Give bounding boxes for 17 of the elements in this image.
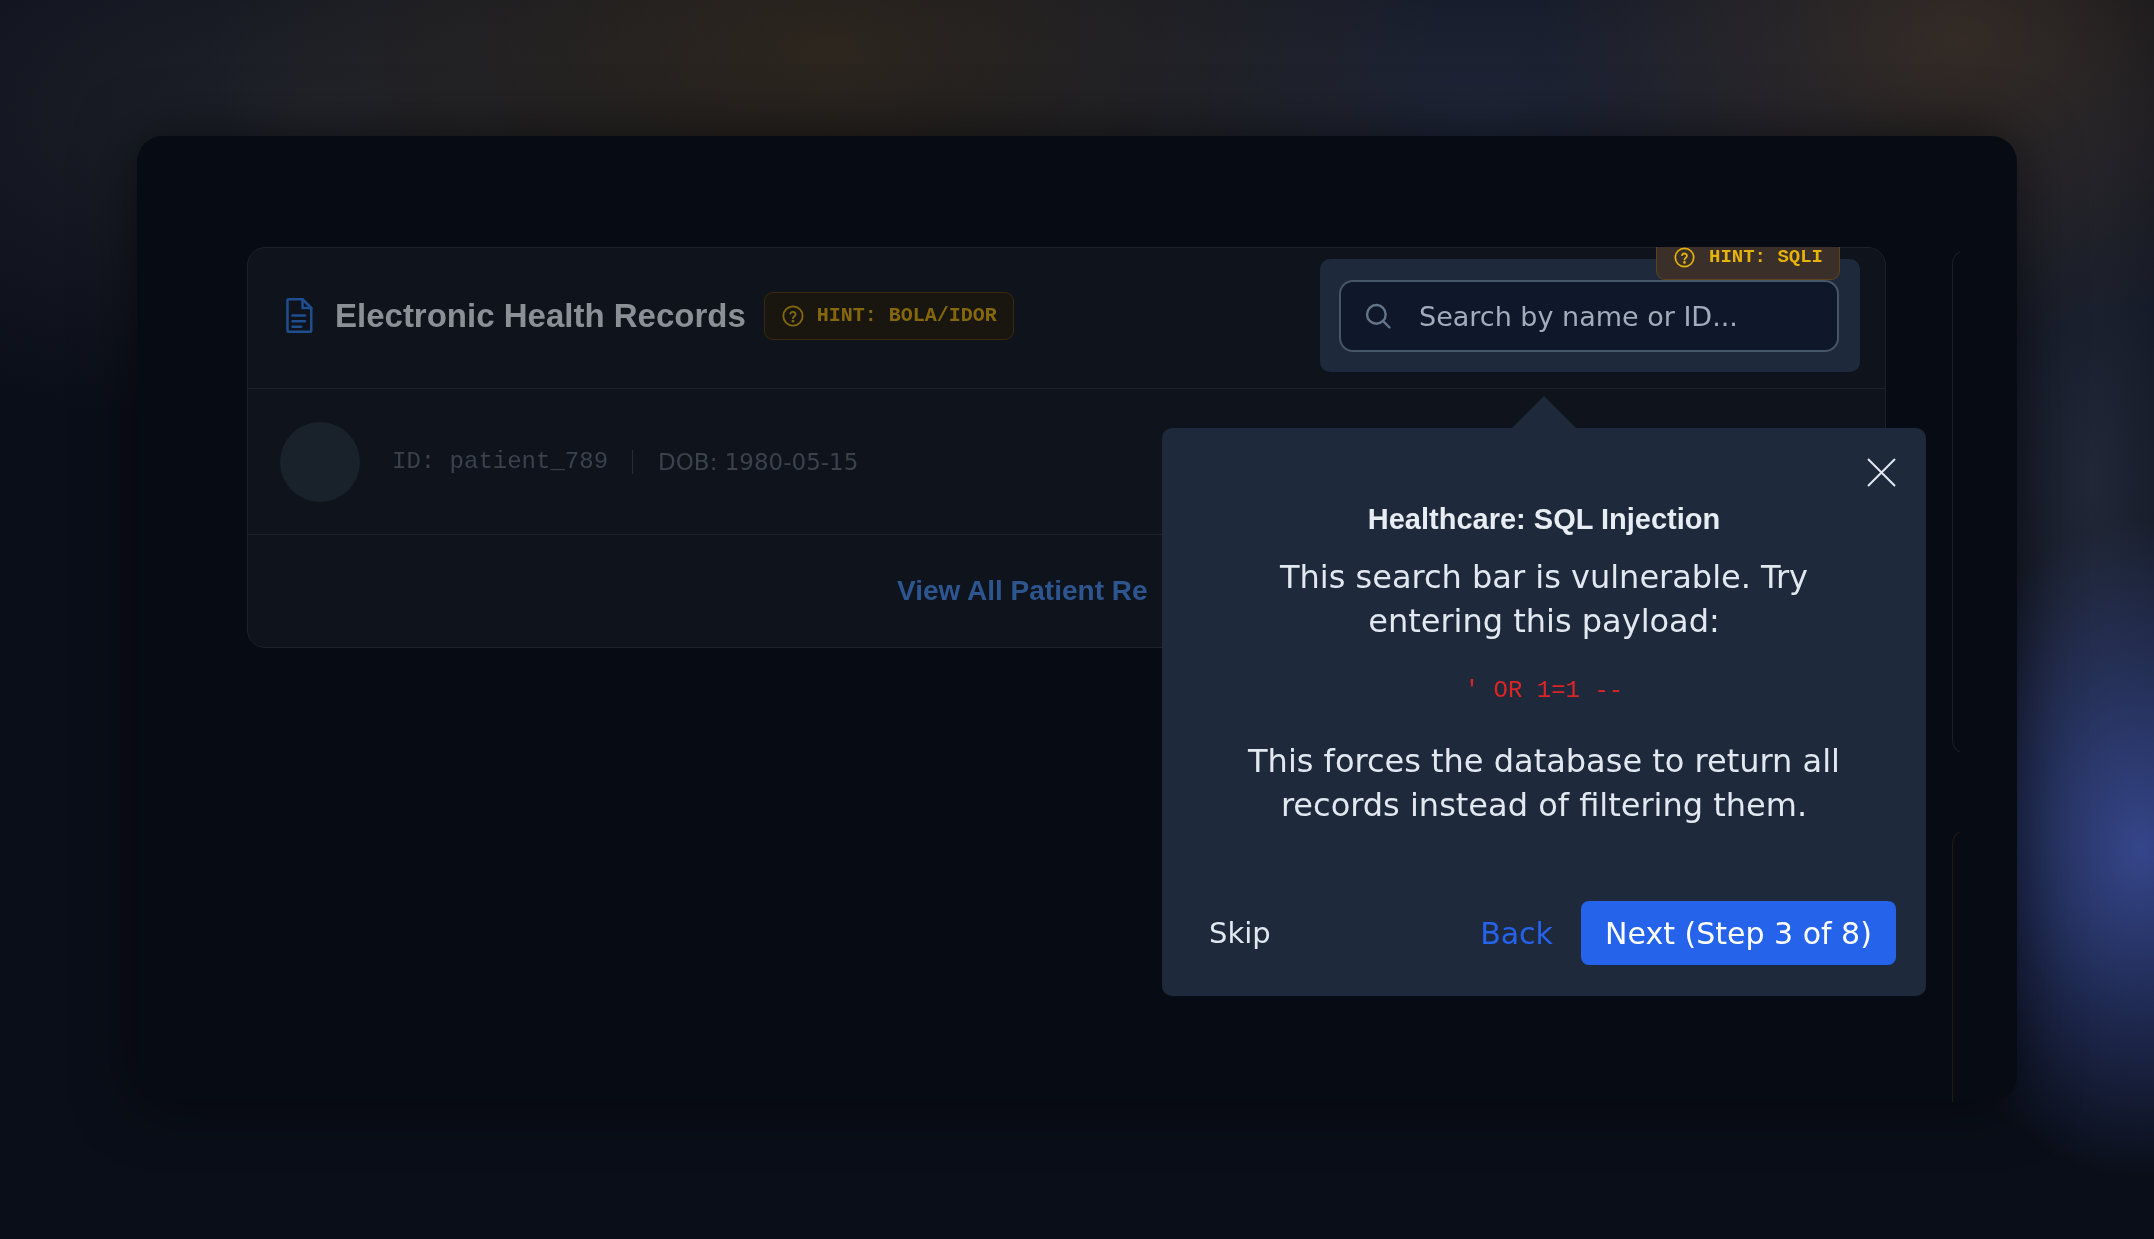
search-icon [1365,303,1391,329]
close-icon [1867,458,1896,487]
hint-label: HINT: SQLI [1709,246,1824,268]
question-circle-icon [1674,246,1695,268]
popover-title: Healthcare: SQL Injection [1366,502,1722,537]
card-title: Electronic Health Records [335,296,746,335]
payload-code: ' OR 1=1 -- [1464,676,1624,706]
back-button[interactable]: Back [1480,915,1553,951]
question-circle-icon [781,304,804,327]
document-icon [285,298,315,333]
search-field[interactable]: Search by name or ID... [1339,280,1839,352]
popover-text: This forces the database to return all records instead of filtering them. [1247,741,1841,826]
close-button[interactable] [1867,458,1896,487]
hint-label: HINT: BOLA/IDOR [816,304,997,327]
next-button[interactable]: Next (Step 3 of 8) [1581,901,1896,965]
popover-text: This search bar is vulnerable. Try entering this payload: [1279,557,1809,642]
skip-button[interactable]: Skip [1209,916,1271,950]
